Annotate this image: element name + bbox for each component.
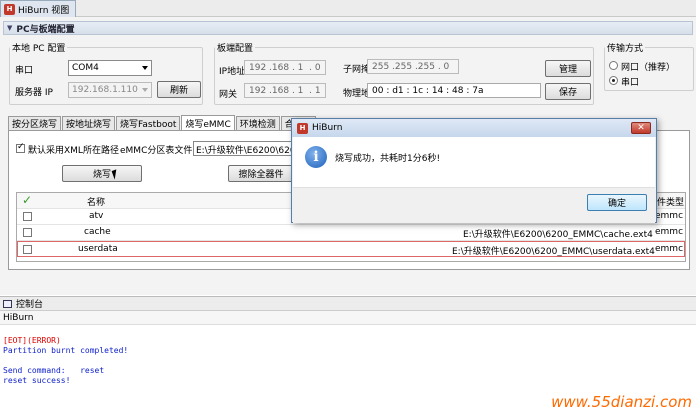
save-button[interactable]: 保存	[545, 83, 591, 100]
title-bar: H HiBurn 视图	[0, 0, 696, 17]
partition-file-input[interactable]: E:\升级软件\E6200\6200_	[193, 141, 293, 156]
tab-address-burn[interactable]: 按地址烧写	[62, 116, 116, 130]
row-checkbox[interactable]	[23, 245, 32, 254]
erase-all-button[interactable]: 擦除全器件	[228, 165, 294, 182]
tab-partition-burn[interactable]: 按分区烧写	[8, 116, 62, 130]
console-icon	[3, 299, 12, 308]
column-type-header: 件类型	[657, 198, 685, 208]
server-ip-select[interactable]: 192.168.1.110	[68, 82, 152, 98]
port-value: COM4	[72, 63, 99, 73]
partition-file-label: eMMC分区表文件	[120, 146, 193, 156]
port-select[interactable]: COM4	[68, 60, 152, 76]
network-radio-label: 网口（推荐）	[621, 63, 676, 73]
hiburn-app-icon: H	[297, 122, 308, 134]
ok-button[interactable]: 确定	[587, 194, 647, 211]
row-path: E:\升级软件\E6200\6200_EMMC\cache.ext4	[463, 230, 653, 240]
watermark: www.55dianzi.com	[551, 393, 692, 411]
board-config-legend: 板端配置	[217, 44, 254, 54]
transfer-legend: 传输方式	[607, 44, 644, 54]
table-row[interactable]: cache E:\升级软件\E6200\6200_EMMC\cache.ext4…	[17, 225, 685, 241]
subnet-input[interactable]: 255 .255 .255 . 0	[367, 59, 459, 74]
row-type: emmc	[655, 227, 684, 237]
row-name: userdata	[78, 244, 118, 254]
dialog-title-bar[interactable]: H HiBurn	[292, 119, 656, 137]
tab-env-check[interactable]: 环境检测	[235, 116, 280, 130]
success-dialog: H HiBurn ✕ i 烧写成功，共耗时1分6秒! 确定	[291, 118, 657, 223]
ip-label: IP地址	[219, 67, 246, 77]
dropdown-arrow-icon	[142, 88, 148, 92]
row-checkbox[interactable]	[23, 228, 32, 237]
column-name-header: 名称	[87, 198, 106, 208]
view-tab[interactable]: H HiBurn 视图	[0, 0, 77, 17]
hiburn-app-icon: H	[4, 3, 15, 15]
console-line: reset success!	[3, 376, 71, 385]
section-header[interactable]: ▼ PC与板端配置	[3, 21, 693, 35]
tab-strip: 按分区烧写 按地址烧写 烧写Fastboot 烧写eMMC 环境检测 合并镜	[8, 115, 317, 130]
console-title: HiBurn	[0, 311, 696, 325]
pc-config-legend: 本地 PC 配置	[12, 44, 66, 54]
console-tab[interactable]: 控制台	[0, 296, 696, 311]
tab-fastboot-burn[interactable]: 烧写Fastboot	[116, 116, 181, 130]
info-icon: i	[305, 146, 327, 168]
row-checkbox[interactable]	[23, 212, 32, 221]
port-label: 串口	[15, 66, 34, 76]
row-type: emmc	[655, 211, 684, 221]
view-tab-label: HiBurn 视图	[18, 5, 70, 16]
burn-button[interactable]: 烧写	[62, 165, 142, 182]
console-line: [EOT](ERROR)	[3, 336, 61, 345]
serial-radio[interactable]	[609, 76, 618, 85]
row-name: atv	[89, 211, 104, 221]
serial-radio-label: 串口	[621, 78, 640, 88]
refresh-button[interactable]: 刷新	[157, 81, 201, 98]
manage-button[interactable]: 管理	[545, 60, 591, 77]
server-ip-value: 192.168.1.110	[72, 85, 138, 95]
default-xml-path-label: 默认采用XML所在路径	[28, 146, 119, 156]
console-line: Send command: reset	[3, 366, 105, 375]
row-type: emmc	[655, 244, 684, 254]
dialog-title: HiBurn	[312, 123, 343, 133]
server-ip-label: 服务器 IP	[15, 88, 53, 98]
tab-emmc-burn[interactable]: 烧写eMMC	[181, 115, 235, 130]
row-path: E:\升级软件\E6200\6200_EMMC\userdata.ext4	[452, 247, 655, 257]
dialog-body: i 烧写成功，共耗时1分6秒! 确定	[293, 137, 655, 223]
network-radio[interactable]	[609, 61, 618, 70]
gateway-label: 网关	[219, 90, 238, 100]
dialog-footer: 确定	[293, 187, 655, 223]
default-xml-path-checkbox[interactable]	[16, 142, 25, 153]
section-title: PC与板端配置	[16, 24, 75, 35]
ip-input[interactable]: 192 .168 . 1 . 0	[244, 60, 326, 75]
gateway-input[interactable]: 192 .168 . 1 . 1	[244, 83, 326, 98]
row-name: cache	[84, 227, 111, 237]
dialog-message: 烧写成功，共耗时1分6秒!	[335, 154, 441, 164]
collapse-chevron-icon[interactable]: ▼	[7, 24, 12, 32]
dialog-close-button[interactable]: ✕	[631, 122, 651, 134]
console-line: Partition burnt completed!	[3, 346, 129, 355]
dropdown-arrow-icon	[142, 66, 148, 70]
select-all-check-icon[interactable]: ✓	[22, 193, 32, 207]
table-row-selected[interactable]: userdata E:\升级软件\E6200\6200_EMMC\userdat…	[17, 241, 685, 257]
mac-input[interactable]: 00 : d1 : 1c : 14 : 48 : 7a	[367, 83, 541, 98]
console-tab-label: 控制台	[16, 300, 44, 310]
